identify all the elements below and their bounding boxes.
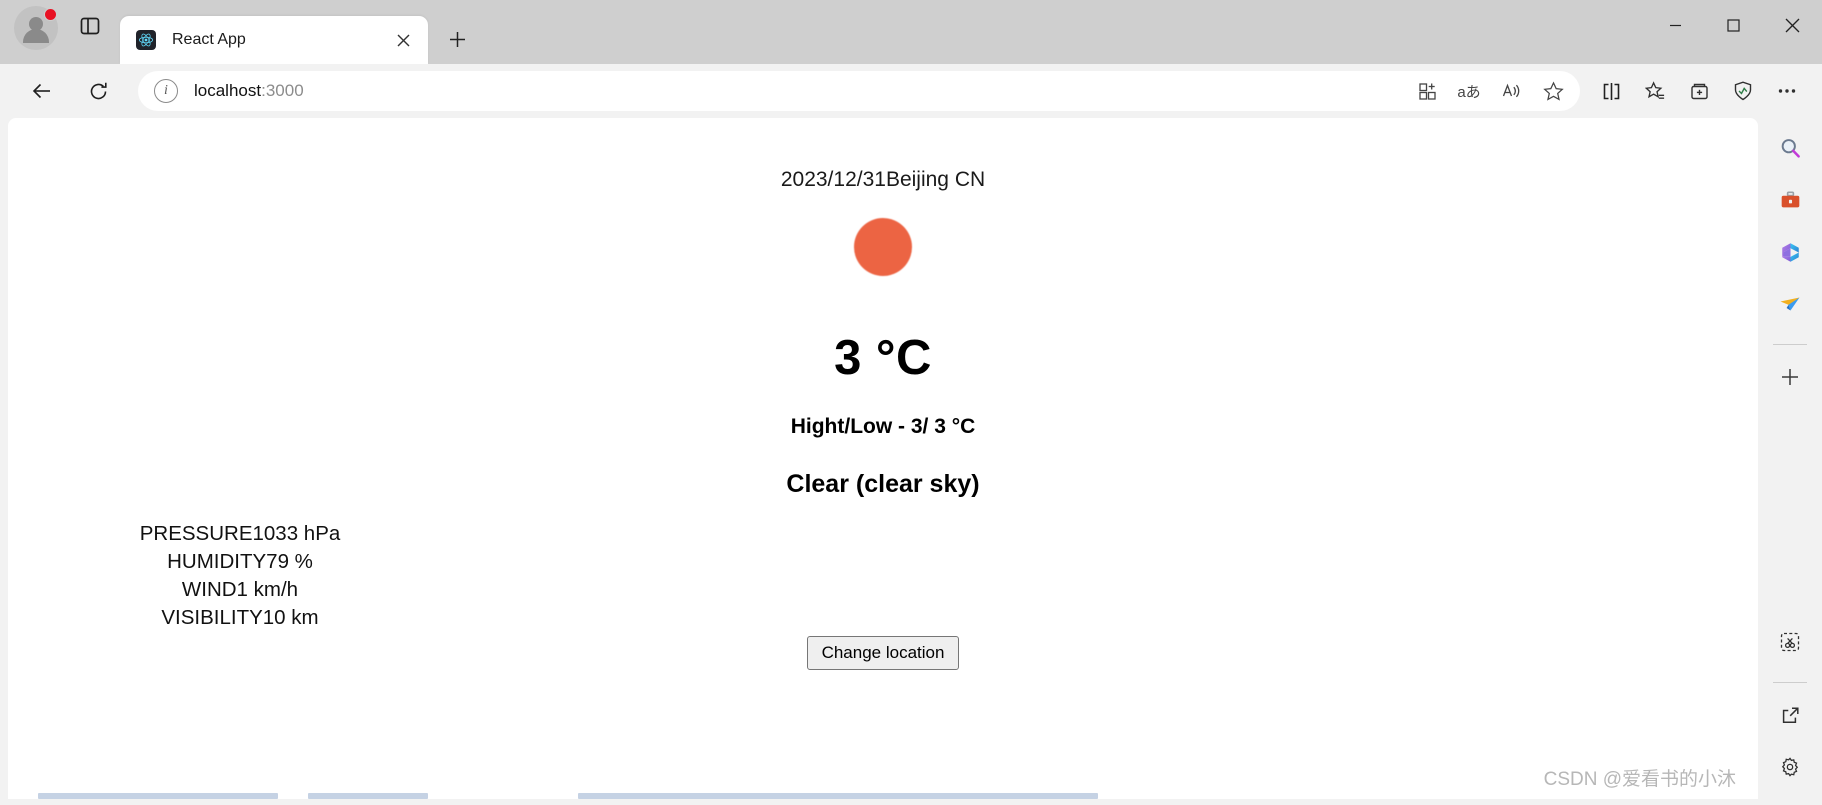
close-tab-icon[interactable]	[390, 27, 416, 53]
gear-settings-icon[interactable]	[1770, 747, 1810, 787]
detail-visibility: VISIBILITY10 km	[161, 606, 319, 629]
add-sidebar-app-icon[interactable]	[1770, 357, 1810, 397]
read-aloud-icon[interactable]	[1492, 73, 1530, 109]
back-icon[interactable]	[22, 71, 62, 111]
open-external-icon[interactable]	[1770, 695, 1810, 735]
window-controls	[1646, 0, 1822, 50]
high-low-temperature: Hight/Low - 3/ 3 °C	[790, 415, 976, 438]
weather-app: 2023/12/31Beijing CN 3 °C Hight/Low - 3/…	[8, 118, 1758, 799]
address-bar-actions: aあ	[1408, 73, 1572, 109]
translate-icon[interactable]: aあ	[1450, 73, 1488, 109]
clear-sky-sun-icon	[854, 218, 912, 276]
favorite-star-icon[interactable]	[1534, 73, 1572, 109]
close-window-icon[interactable]	[1762, 0, 1822, 50]
navigation-toolbar: i localhost:3000 aあ	[0, 64, 1822, 118]
split-screen-icon[interactable]	[1590, 71, 1632, 111]
web-page-viewport: 2023/12/31Beijing CN 3 °C Hight/Low - 3/…	[8, 118, 1758, 799]
settings-and-more-icon[interactable]	[1766, 71, 1808, 111]
new-tab-icon[interactable]	[438, 20, 476, 58]
title-bar: React App	[0, 0, 1822, 64]
weather-details-list: PRESSURE1033 hPa HUMIDITY79 % WIND1 km/h…	[120, 520, 360, 632]
sidebar-divider-bottom	[1773, 682, 1807, 683]
tab-title: React App	[172, 31, 246, 48]
outlook-send-icon[interactable]	[1770, 284, 1810, 324]
screenshot-icon[interactable]	[1770, 622, 1810, 662]
minimize-icon[interactable]	[1646, 0, 1704, 50]
weather-condition: Clear (clear sky)	[786, 470, 980, 498]
detail-humidity: HUMIDITY79 %	[167, 550, 313, 573]
address-bar[interactable]: i localhost:3000 aあ	[138, 71, 1580, 111]
browser-tools	[1590, 71, 1808, 111]
titlebar-left-controls	[0, 0, 108, 64]
search-icon[interactable]	[1770, 128, 1810, 168]
collections-icon[interactable]	[1678, 71, 1720, 111]
split-screen-add-icon[interactable]	[1408, 73, 1446, 109]
tools-briefcase-icon[interactable]	[1770, 180, 1810, 220]
profile-avatar[interactable]	[14, 6, 58, 50]
change-location-button[interactable]: Change location	[806, 636, 960, 670]
page-bottom-overflow	[8, 785, 1758, 799]
sidebar-divider	[1773, 344, 1807, 345]
url-text[interactable]: localhost:3000	[194, 81, 1408, 101]
detail-wind: WIND1 km/h	[181, 578, 299, 601]
react-logo-icon	[136, 30, 156, 50]
reload-icon[interactable]	[78, 71, 118, 111]
edge-sidebar	[1758, 118, 1822, 799]
browser-window: React App i localhost:3000 aあ 2023/12/31…	[0, 0, 1822, 805]
site-info-icon[interactable]: i	[154, 79, 178, 103]
current-temperature: 3 °C	[834, 331, 932, 385]
avatar-body	[23, 29, 49, 43]
browser-essentials-icon[interactable]	[1722, 71, 1764, 111]
tab-actions-icon[interactable]	[72, 8, 108, 44]
detail-pressure: PRESSURE1033 hPa	[139, 522, 341, 545]
favorites-icon[interactable]	[1634, 71, 1676, 111]
maximize-icon[interactable]	[1704, 0, 1762, 50]
change-location-button-wrap: Change location	[8, 636, 1758, 670]
url-port: :3000	[261, 81, 304, 100]
content-row: 2023/12/31Beijing CN 3 °C Hight/Low - 3/…	[0, 118, 1822, 805]
browser-tab[interactable]: React App	[120, 16, 428, 64]
url-host: localhost	[194, 81, 262, 100]
microsoft-365-icon[interactable]	[1770, 232, 1810, 272]
profile-alert-dot	[44, 8, 57, 21]
weather-date-location: 2023/12/31Beijing CN	[780, 168, 986, 191]
